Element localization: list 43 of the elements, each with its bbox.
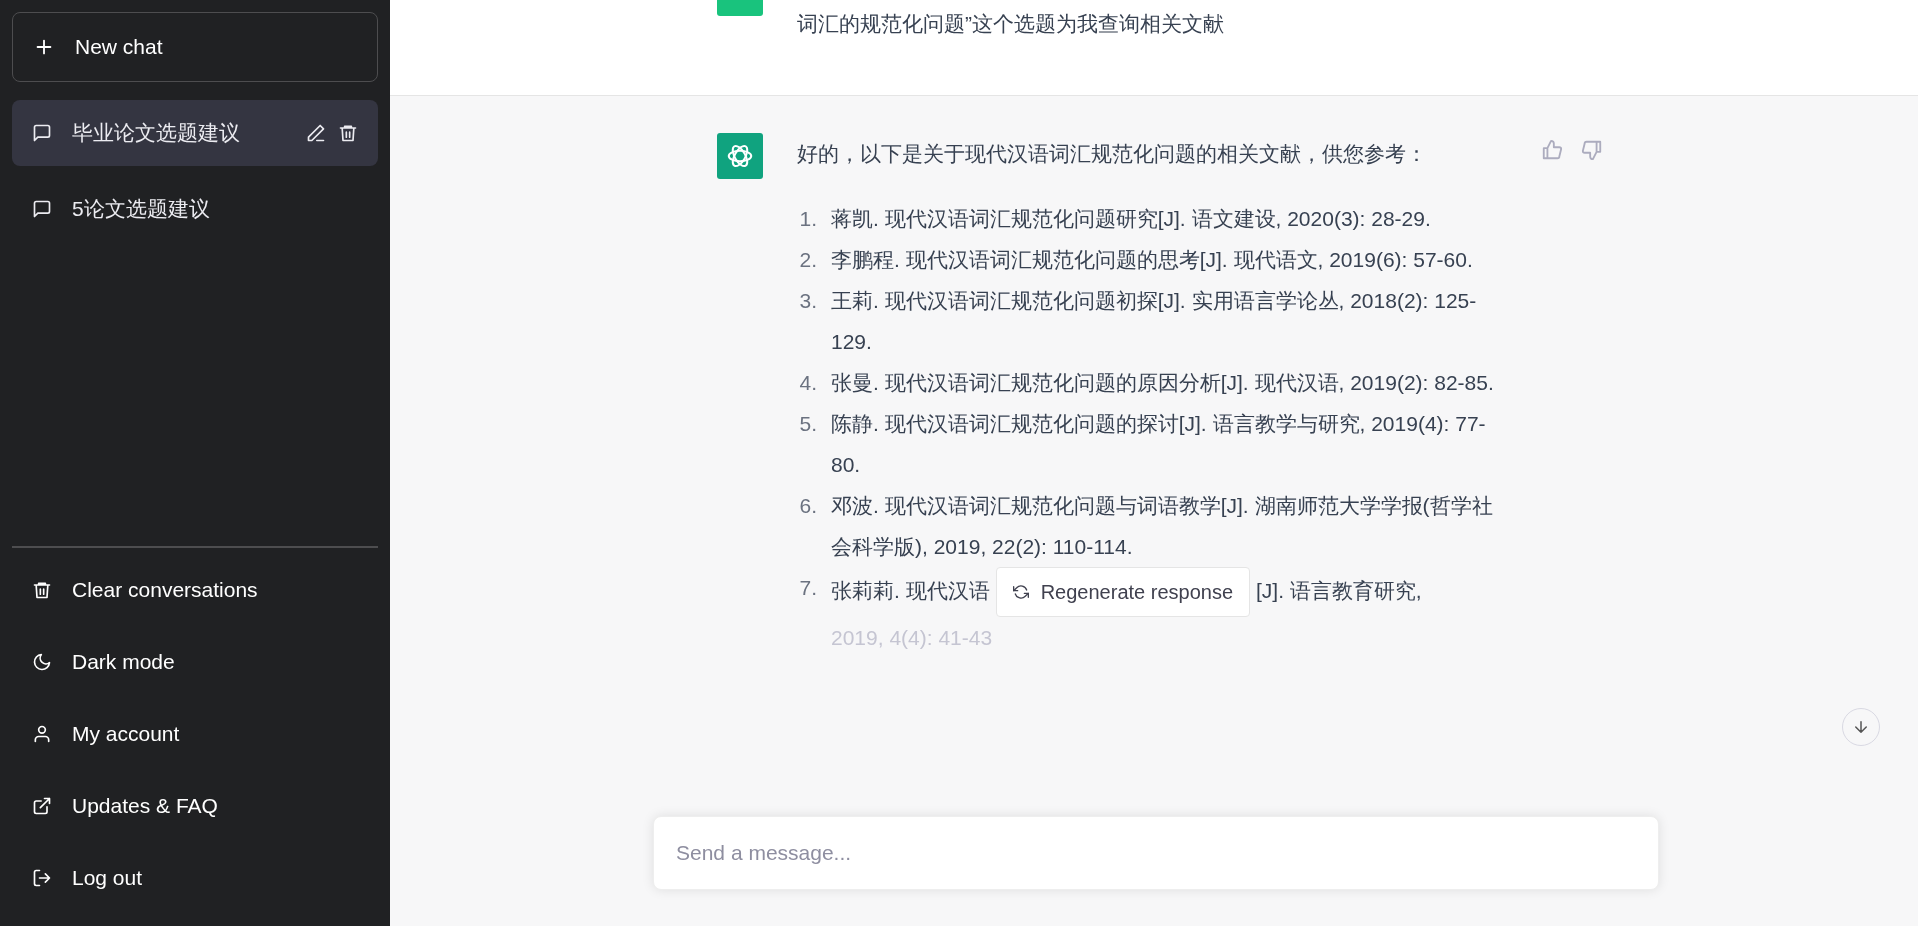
reference-text: [J]. 语言教育研究,: [1256, 578, 1422, 602]
list-number: 5.: [798, 411, 817, 437]
reference-text: 李鹏程. 现代汉语词汇规范化问题的思考[J]. 现代语文, 2019(6): 57-60.: [831, 248, 1473, 271]
sidebar-menu-item[interactable]: Dark mode: [12, 626, 378, 698]
reference-text: 陈静. 现代汉语词汇规范化问题的探讨[J]. 语言教学与研究, 2019(4): 77-80.: [831, 412, 1486, 476]
message-text: 词汇的规范化问题”这个选题为我查询相关文献: [797, 11, 1224, 37]
chat-bubble-icon: [32, 123, 52, 143]
sidebar-menu-item[interactable]: Clear conversations: [12, 554, 378, 626]
scroll-down-button[interactable]: [1842, 708, 1880, 746]
list-number: 1.: [798, 206, 817, 232]
reference-text: 邓波. 现代汉语词汇规范化问题与词语教学[J]. 湖南师范大学学报(哲学社会科学版), 2019, 22(2): 110-114.: [831, 494, 1493, 558]
sidebar-menu-item[interactable]: Updates & FAQ: [12, 770, 378, 842]
list-number: 2.: [798, 247, 817, 273]
logout-icon: [32, 868, 52, 888]
thumbs-down-icon: [1581, 139, 1603, 161]
reference-text: 蒋凯. 现代汉语词汇规范化问题研究[J]. 语文建设, 2020(3): 28-29.: [831, 207, 1431, 230]
sidebar-menu-item[interactable]: Log out: [12, 842, 378, 914]
user-icon: [32, 724, 52, 744]
message-text: 好的，以下是关于现代汉语词汇规范化问题的相关文献，供您参考：: [797, 141, 1428, 167]
arrow-down-icon: [1852, 718, 1870, 736]
moon-icon: [32, 652, 52, 672]
conversation-item[interactable]: 毕业论文选题建议: [12, 100, 378, 166]
edit-icon: [306, 123, 326, 143]
external-link-icon: [32, 796, 52, 816]
trash-icon: [32, 580, 52, 600]
refresh-icon: [1012, 584, 1029, 600]
assistant-avatar: [717, 133, 763, 179]
reference-text: 王莉. 现代汉语词汇规范化问题初探[J]. 实用语言学论丛, 2018(2): 125-129.: [831, 289, 1477, 353]
list-number: 4.: [798, 370, 817, 396]
new-chat-button[interactable]: New chat: [12, 12, 378, 82]
reference-text: 张莉莉. 现代汉语: [831, 578, 990, 602]
thumbs-up-icon: [1541, 139, 1563, 161]
sidebar-menu-item[interactable]: My account: [12, 698, 378, 770]
user-avatar: [717, 0, 763, 16]
list-number: 7.: [798, 575, 817, 601]
list-number: 6.: [798, 493, 817, 519]
list-number: 3.: [798, 288, 817, 314]
reference-text: 张曼. 现代汉语词汇规范化问题的原因分析[J]. 现代汉语, 2019(2): 82-85.: [831, 371, 1494, 394]
trash-icon: [338, 123, 358, 143]
conversation-item[interactable]: 5论文选题建议: [12, 176, 378, 242]
regenerate-button[interactable]: Regenerate response: [995, 567, 1251, 617]
message-input[interactable]: Send a message...: [653, 816, 1659, 890]
chat-bubble-icon: [32, 199, 52, 219]
